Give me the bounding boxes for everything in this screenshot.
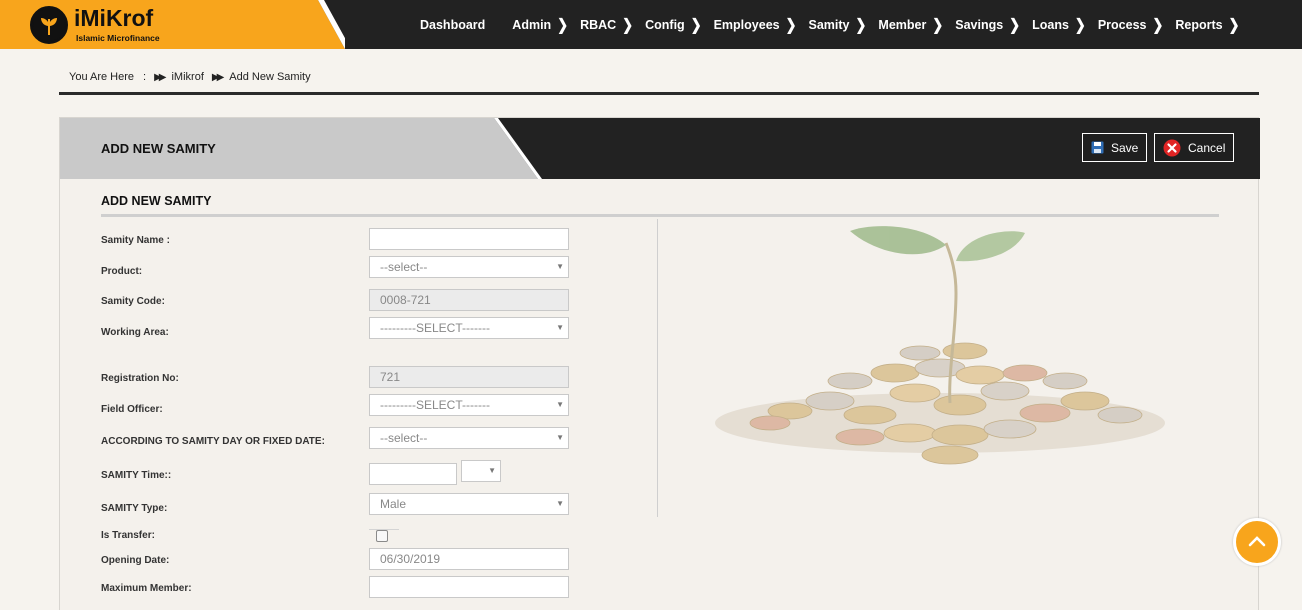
nav-admin[interactable]: Admin ❯	[512, 14, 569, 33]
chevron-right-icon: ❯	[785, 14, 797, 33]
chevron-right-icon: ❯	[1009, 14, 1021, 33]
chevron-right-icon: ❯	[1074, 14, 1086, 33]
save-button[interactable]: Save	[1082, 133, 1148, 162]
panel-header-background	[60, 118, 1260, 179]
nav-label: Savings	[955, 17, 1004, 32]
caret-down-icon: ▼	[488, 466, 496, 475]
working-area-label: Working Area:	[101, 327, 169, 338]
working-area-select[interactable]: ---------SELECT------- ▼	[369, 317, 569, 339]
samity-code-field: 0008-721	[369, 289, 569, 311]
chevron-right-icon: ❯	[622, 14, 634, 33]
working-area-value: ---------SELECT-------	[380, 321, 490, 335]
coins-sprout-illustration	[715, 226, 1165, 465]
product-select[interactable]: --select-- ▼	[369, 256, 569, 278]
nav-label: RBAC	[580, 17, 617, 32]
nav-label: Member	[878, 17, 927, 32]
chevron-right-icon: ❯	[855, 14, 867, 33]
nav-label: Employees	[713, 17, 780, 32]
breadcrumb-colon: :	[143, 71, 147, 83]
nav-label: Samity	[808, 17, 850, 32]
panel-header: ADD NEW SAMITY Save Cancel	[60, 118, 1260, 179]
nav-samity[interactable]: Samity ❯	[808, 14, 867, 33]
is-transfer-label: Is Transfer:	[101, 530, 155, 541]
nav-process[interactable]: Process ❯	[1097, 14, 1164, 33]
top-navbar: iMiKrof Islamic Microfinance Dashboard A…	[0, 0, 1302, 49]
nav-label: Dashboard	[420, 17, 486, 32]
main-nav: Dashboard Admin ❯ RBAC ❯ Config ❯ Employees…	[420, 0, 1240, 49]
column-divider	[657, 219, 658, 517]
registration-no-label: Registration No:	[101, 373, 179, 384]
chevron-right-icon: ❯	[1228, 14, 1240, 33]
nav-label: Admin	[512, 17, 552, 32]
breadcrumb-prefix: You Are Here	[69, 71, 135, 83]
floppy-disk-icon	[1091, 141, 1104, 154]
caret-down-icon: ▼	[556, 499, 564, 508]
is-transfer-checkbox[interactable]	[376, 530, 388, 542]
nav-reports[interactable]: Reports ❯	[1175, 14, 1240, 33]
samity-name-label: Samity Name :	[101, 235, 170, 246]
samity-day-label: ACCORDING TO SAMITY DAY OR FIXED DATE:	[101, 436, 325, 447]
brand-logo[interactable]: iMiKrof Islamic Microfinance	[0, 0, 345, 49]
nav-employees[interactable]: Employees ❯	[713, 14, 797, 33]
breadcrumb: You Are Here : ▶▶ iMikrof ▶▶ Add New Sam…	[69, 71, 311, 83]
breadcrumb-divider	[59, 92, 1259, 95]
chevron-right-icon: ❯	[557, 14, 569, 33]
scroll-to-top-button[interactable]	[1233, 518, 1281, 566]
product-label: Product:	[101, 266, 143, 277]
registration-no-field: 721	[369, 366, 569, 388]
section-divider	[101, 214, 1219, 217]
samity-time-period-select[interactable]: ▼	[461, 460, 501, 482]
maximum-member-label: Maximum Member:	[101, 583, 192, 594]
page-title: ADD NEW SAMITY	[101, 141, 216, 156]
samity-day-value: --select--	[380, 431, 428, 445]
double-chevron-icon: ▶▶	[154, 71, 167, 83]
maximum-member-input[interactable]	[369, 576, 569, 598]
cancel-label: Cancel	[1188, 140, 1226, 155]
opening-date-input[interactable]: 06/30/2019	[369, 548, 569, 570]
chevron-up-icon	[1248, 535, 1266, 550]
brand-name: iMiKrof	[74, 5, 154, 31]
nav-label: Reports	[1175, 17, 1223, 32]
samity-type-select[interactable]: Male ▼	[369, 493, 569, 515]
samity-name-input[interactable]	[369, 228, 569, 250]
nav-member[interactable]: Member ❯	[878, 14, 944, 33]
section-title: ADD NEW SAMITY	[101, 194, 212, 208]
nav-loans[interactable]: Loans ❯	[1032, 14, 1086, 33]
nav-label: Process	[1097, 17, 1147, 32]
chevron-right-icon: ❯	[690, 14, 702, 33]
nav-label: Config	[645, 17, 685, 32]
chevron-right-icon: ❯	[1152, 14, 1164, 33]
field-officer-value: ---------SELECT-------	[380, 398, 490, 412]
samity-type-value: Male	[380, 497, 407, 511]
samity-day-select[interactable]: --select-- ▼	[369, 427, 569, 449]
leaf-icon	[30, 6, 68, 44]
caret-down-icon: ▼	[556, 323, 564, 332]
breadcrumb-item-current: Add New Samity	[229, 71, 311, 83]
caret-down-icon: ▼	[556, 400, 564, 409]
nav-config[interactable]: Config ❯	[645, 14, 702, 33]
samity-code-label: Samity Code:	[101, 296, 165, 307]
chevron-right-icon: ❯	[932, 14, 944, 33]
product-value: --select--	[380, 260, 428, 274]
field-officer-label: Field Officer:	[101, 404, 163, 415]
nav-rbac[interactable]: RBAC ❯	[580, 14, 634, 33]
samity-type-label: SAMITY Type:	[101, 503, 168, 514]
caret-down-icon: ▼	[556, 262, 564, 271]
caret-down-icon: ▼	[556, 433, 564, 442]
nav-dashboard[interactable]: Dashboard	[420, 18, 485, 32]
nav-label: Loans	[1032, 17, 1069, 32]
samity-time-input[interactable]	[369, 463, 457, 485]
close-circle-icon	[1163, 139, 1181, 157]
field-officer-select[interactable]: ---------SELECT------- ▼	[369, 394, 569, 416]
cancel-button[interactable]: Cancel	[1154, 133, 1235, 162]
brand-tagline: Islamic Microfinance	[76, 33, 160, 43]
add-samity-panel: ADD NEW SAMITY Save Cancel ADD NEW SAMIT…	[59, 117, 1260, 610]
breadcrumb-item-home[interactable]: iMikrof	[171, 71, 203, 83]
opening-date-label: Opening Date:	[101, 555, 170, 566]
double-chevron-icon: ▶▶	[211, 71, 225, 83]
samity-time-label: SAMITY Time::	[101, 470, 172, 481]
save-label: Save	[1111, 140, 1139, 155]
nav-savings[interactable]: Savings ❯	[955, 14, 1021, 33]
